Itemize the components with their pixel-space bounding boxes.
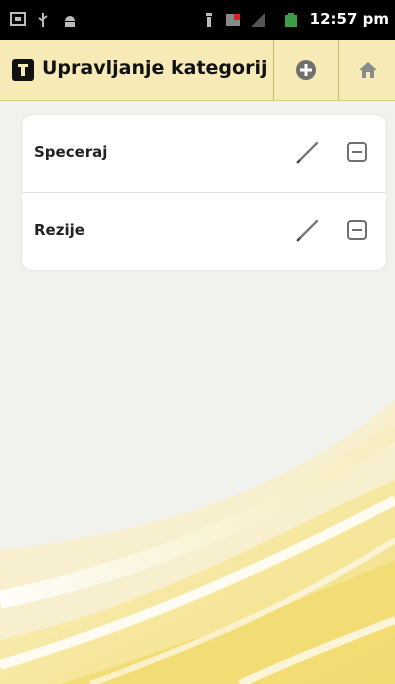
page-title: Upravljanje kategorija — [42, 57, 268, 79]
signal-icon — [251, 13, 265, 27]
category-label: Speceraj — [34, 143, 108, 161]
remove-button[interactable] — [346, 219, 368, 241]
notification-icon — [10, 12, 26, 26]
category-list: Speceraj Rezije — [22, 115, 386, 270]
usb-icon — [38, 13, 48, 27]
minus-box-icon — [347, 142, 367, 162]
action-bar: Upravljanje kategorija — [0, 40, 395, 101]
home-icon — [358, 62, 377, 78]
edit-button[interactable] — [292, 215, 322, 245]
status-time: 12:57 pm — [309, 10, 389, 28]
flag-icon — [226, 14, 240, 26]
minus-box-icon — [347, 220, 367, 240]
list-item[interactable]: Speceraj — [22, 115, 386, 193]
add-category-button[interactable] — [273, 40, 338, 100]
wifi-icon — [206, 13, 212, 27]
pencil-icon — [296, 219, 319, 242]
list-item[interactable]: Rezije — [22, 193, 386, 270]
app-logo-icon — [12, 59, 34, 81]
add-circle-icon — [296, 60, 316, 80]
pencil-icon — [296, 141, 319, 164]
battery-icon — [285, 13, 297, 27]
category-label: Rezije — [34, 221, 85, 239]
android-icon — [65, 16, 75, 27]
edit-button[interactable] — [292, 137, 322, 167]
remove-button[interactable] — [346, 141, 368, 163]
screen: 12:57 pm Upravljanje kategorija Speceraj — [0, 0, 395, 684]
home-button[interactable] — [338, 40, 395, 100]
status-bar: 12:57 pm — [0, 0, 395, 40]
